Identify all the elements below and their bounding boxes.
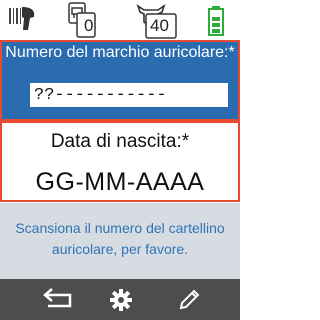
birthdate-label: Data di nascita:*	[50, 131, 190, 152]
eartag-value: ??-----------	[34, 85, 167, 105]
animal-counter: 0	[66, 0, 106, 40]
pencil-icon	[179, 289, 200, 310]
eartag-label: Numero del marchio auricolare:*	[5, 44, 235, 61]
bottom-toolbar	[0, 279, 240, 320]
instruction-panel: Scansiona il numero del cartellino auric…	[0, 203, 240, 279]
eartag-number-field[interactable]: Numero del marchio auricolare:* ??------…	[0, 40, 240, 121]
battery-cell	[212, 23, 220, 27]
status-bar: 0 40	[0, 0, 240, 40]
gear-icon	[110, 289, 132, 311]
settings-button[interactable]	[91, 279, 151, 320]
back-button[interactable]	[28, 279, 88, 320]
birthdate-field[interactable]: Data di nascita:* GG-MM-AAAA	[0, 121, 240, 202]
birthdate-value[interactable]: GG-MM-AAAA	[2, 168, 238, 197]
battery-icon	[205, 0, 227, 40]
back-arrow-icon	[43, 288, 72, 308]
edit-button[interactable]	[159, 279, 219, 320]
group-count: 40	[150, 16, 169, 35]
battery-cell	[212, 17, 220, 21]
battery-cell	[212, 29, 220, 33]
barcode-scanner-icon	[2, 0, 38, 40]
instruction-message: Scansiona il numero del cartellino auric…	[15, 220, 225, 257]
eartag-input[interactable]: ??-----------	[30, 83, 228, 107]
group-counter: 40	[134, 0, 180, 40]
animal-count-left: 0	[84, 16, 94, 35]
